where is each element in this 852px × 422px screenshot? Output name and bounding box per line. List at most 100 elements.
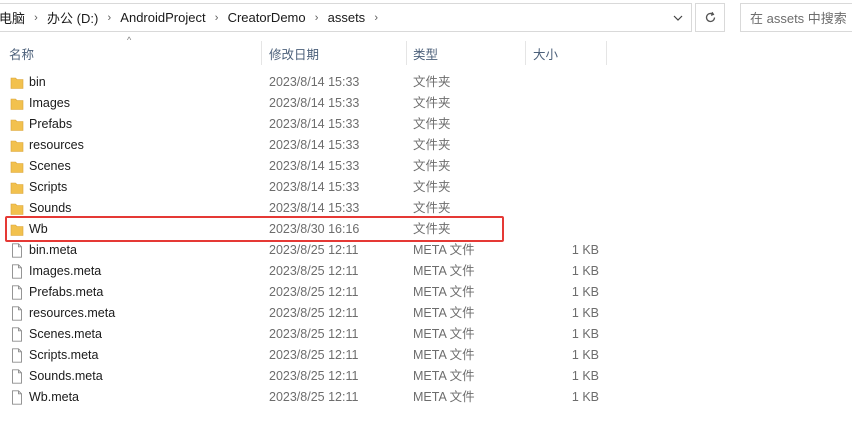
file-size: 1 KB	[571, 285, 599, 299]
file-type: 文件夹	[413, 117, 451, 131]
column-divider[interactable]	[525, 41, 526, 65]
column-date[interactable]: 修改日期	[269, 39, 405, 67]
file-name: Images	[29, 96, 70, 110]
file-type: 文件夹	[413, 180, 451, 194]
file-size: 1 KB	[571, 306, 599, 320]
file-type: 文件夹	[413, 138, 451, 152]
file-name: resources	[29, 138, 84, 152]
column-header: ^ 名称 修改日期 类型 大小	[0, 35, 852, 67]
list-item-file[interactable]: bin.meta 2023/8/25 12:11 META 文件 1 KB	[0, 240, 852, 261]
folder-icon	[10, 119, 24, 131]
breadcrumb-androidproject[interactable]: AndroidProject	[120, 10, 205, 25]
breadcrumb-chevron-icon[interactable]: ›	[25, 12, 47, 24]
list-item-file[interactable]: Prefabs.meta 2023/8/25 12:11 META 文件 1 K…	[0, 282, 852, 303]
file-type: 文件夹	[413, 159, 451, 173]
column-name[interactable]: 名称	[9, 39, 261, 67]
file-date: 2023/8/25 12:11	[269, 327, 359, 341]
file-name: Prefabs.meta	[29, 285, 104, 299]
file-type: META 文件	[413, 243, 475, 257]
file-name: bin	[29, 75, 46, 89]
file-name: bin.meta	[29, 243, 77, 257]
folder-icon	[10, 182, 24, 194]
file-date: 2023/8/14 15:33	[269, 96, 360, 110]
file-type: META 文件	[413, 390, 475, 404]
file-date: 2023/8/14 15:33	[269, 75, 360, 89]
list-item-file[interactable]: Scenes.meta 2023/8/25 12:11 META 文件 1 KB	[0, 324, 852, 345]
file-icon	[12, 390, 22, 405]
file-name: Sounds.meta	[29, 369, 103, 383]
file-name: Sounds	[29, 201, 72, 215]
list-item-file[interactable]: Sounds.meta 2023/8/25 12:11 META 文件 1 KB	[0, 366, 852, 387]
file-size: 1 KB	[571, 327, 599, 341]
file-type: META 文件	[413, 306, 475, 320]
column-type[interactable]: 类型	[413, 39, 523, 67]
folder-icon	[10, 140, 24, 152]
list-item-folder[interactable]: Sounds 2023/8/14 15:33 文件夹	[0, 198, 852, 219]
breadcrumb-assets[interactable]: assets	[328, 10, 366, 25]
folder-icon	[10, 161, 24, 173]
file-icon	[12, 369, 22, 384]
file-name: Scripts	[29, 180, 68, 194]
list-item-file[interactable]: resources.meta 2023/8/25 12:11 META 文件 1…	[0, 303, 852, 324]
column-divider[interactable]	[406, 41, 407, 65]
list-item-file[interactable]: Images.meta 2023/8/25 12:11 META 文件 1 KB	[0, 261, 852, 282]
file-name: resources.meta	[29, 306, 116, 320]
address-bar[interactable]: 电脑 › 办公 (D:) › AndroidProject › CreatorD…	[0, 3, 692, 32]
file-list: bin 2023/8/14 15:33 文件夹 Images 2023/8/14…	[0, 72, 852, 408]
file-date: 2023/8/14 15:33	[269, 159, 360, 173]
list-item-file[interactable]: Scripts.meta 2023/8/25 12:11 META 文件 1 K…	[0, 345, 852, 366]
breadcrumb-chevron-icon[interactable]: ›	[206, 12, 228, 24]
breadcrumb-chevron-icon[interactable]: ›	[98, 12, 120, 24]
address-history-dropdown-icon[interactable]	[665, 4, 691, 31]
file-date: 2023/8/25 12:11	[269, 264, 359, 278]
navigation-bar: 电脑 › 办公 (D:) › AndroidProject › CreatorD…	[0, 0, 852, 36]
list-item-folder[interactable]: Scenes 2023/8/14 15:33 文件夹	[0, 156, 852, 177]
breadcrumb-chevron-icon[interactable]: ›	[306, 12, 328, 24]
file-date: 2023/8/14 15:33	[269, 138, 360, 152]
file-type: META 文件	[413, 369, 475, 383]
file-date: 2023/8/14 15:33	[269, 117, 360, 131]
breadcrumb-drive[interactable]: 办公 (D:)	[47, 8, 98, 27]
file-name: Prefabs	[29, 117, 73, 131]
list-item-file[interactable]: Wb.meta 2023/8/25 12:11 META 文件 1 KB	[0, 387, 852, 408]
search-input[interactable]: 在 assets 中搜索	[740, 3, 852, 32]
file-icon	[12, 285, 22, 300]
file-size: 1 KB	[571, 369, 599, 383]
file-date: 2023/8/30 16:16	[269, 222, 360, 236]
file-type: 文件夹	[413, 96, 451, 110]
file-size: 1 KB	[571, 243, 599, 257]
file-size: 1 KB	[571, 348, 599, 362]
list-item-folder[interactable]: Prefabs 2023/8/14 15:33 文件夹	[0, 114, 852, 135]
file-date: 2023/8/14 15:33	[269, 201, 360, 215]
list-item-folder[interactable]: Scripts 2023/8/14 15:33 文件夹	[0, 177, 852, 198]
file-date: 2023/8/25 12:11	[269, 369, 359, 383]
file-size: 1 KB	[571, 390, 599, 404]
list-item-folder[interactable]: resources 2023/8/14 15:33 文件夹	[0, 135, 852, 156]
refresh-icon	[705, 11, 715, 23]
search-placeholder: 在 assets 中搜索	[750, 11, 847, 26]
column-divider[interactable]	[606, 41, 607, 65]
breadcrumb-chevron-icon[interactable]: ›	[365, 12, 387, 24]
column-divider[interactable]	[261, 41, 262, 65]
file-icon	[12, 306, 22, 321]
folder-icon	[10, 224, 24, 236]
list-item-folder[interactable]: Images 2023/8/14 15:33 文件夹	[0, 93, 852, 114]
breadcrumb-creatordemo[interactable]: CreatorDemo	[228, 10, 306, 25]
file-name: Wb.meta	[29, 390, 80, 404]
column-size[interactable]: 大小	[533, 39, 603, 67]
file-icon	[12, 243, 22, 258]
file-type: META 文件	[413, 285, 475, 299]
file-icon	[12, 348, 22, 363]
file-type: 文件夹	[413, 222, 451, 236]
breadcrumb-computer[interactable]: 电脑	[0, 8, 25, 27]
file-date: 2023/8/25 12:11	[269, 285, 359, 299]
list-item-folder[interactable]: bin 2023/8/14 15:33 文件夹	[0, 72, 852, 93]
file-name: Scripts.meta	[29, 348, 99, 362]
file-name: Images.meta	[29, 264, 102, 278]
file-type: 文件夹	[413, 201, 451, 215]
file-type: META 文件	[413, 348, 475, 362]
file-date: 2023/8/25 12:11	[269, 306, 359, 320]
file-name: Scenes	[29, 159, 71, 173]
list-item-folder-wb[interactable]: Wb 2023/8/30 16:16 文件夹	[0, 219, 852, 240]
refresh-button[interactable]	[695, 3, 725, 32]
